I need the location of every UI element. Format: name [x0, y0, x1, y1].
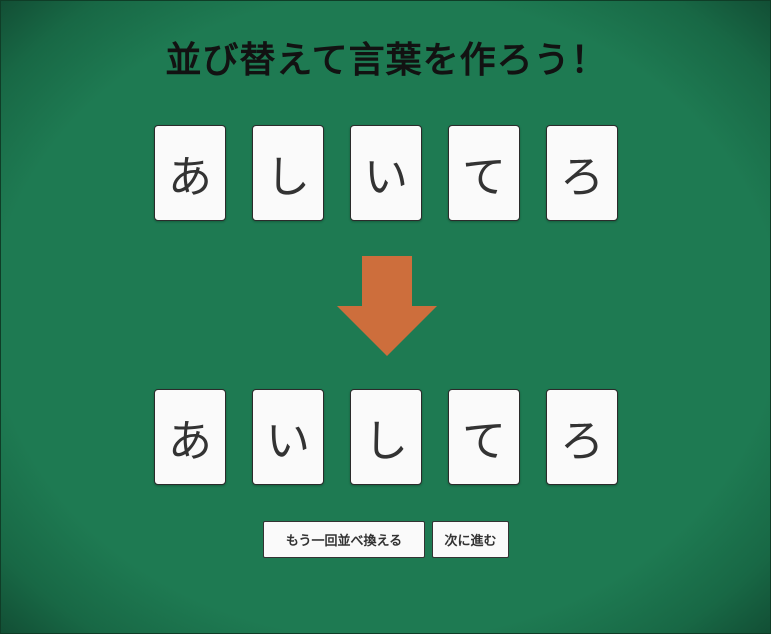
scrambled-card[interactable]: い — [350, 125, 422, 221]
next-button[interactable]: 次に進む — [432, 521, 509, 558]
button-row: もう一回並べ換える 次に進む — [1, 521, 771, 559]
scrambled-card[interactable]: て — [448, 125, 520, 221]
answer-card[interactable]: ろ — [546, 389, 618, 485]
answer-card-row: あ い し て ろ — [1, 389, 771, 487]
answer-card[interactable]: あ — [154, 389, 226, 485]
scrambled-card[interactable]: ろ — [546, 125, 618, 221]
answer-card[interactable]: て — [448, 389, 520, 485]
page-title: 並び替えて言葉を作ろう！ — [165, 40, 608, 81]
answer-card[interactable]: い — [252, 389, 324, 485]
down-arrow-icon — [337, 256, 437, 356]
reshuffle-button[interactable]: もう一回並べ換える — [263, 521, 425, 558]
scrambled-card[interactable]: あ — [154, 125, 226, 221]
scrambled-card[interactable]: し — [252, 125, 324, 221]
down-arrow-shape — [337, 256, 437, 356]
game-board: 並び替えて言葉を作ろう！ あ し い て ろ あ い し て ろ もう一回並べ換… — [0, 0, 771, 634]
answer-card[interactable]: し — [350, 389, 422, 485]
scrambled-card-row: あ し い て ろ — [1, 125, 771, 223]
